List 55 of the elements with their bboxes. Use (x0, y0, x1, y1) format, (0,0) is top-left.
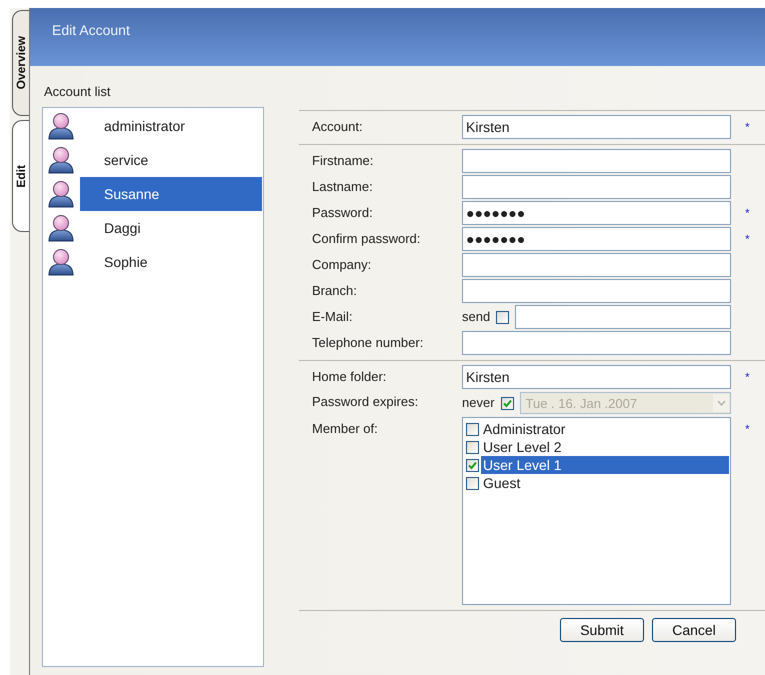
field-label: Member of: (311, 420, 379, 438)
input-field[interactable] (462, 253, 731, 277)
checkbox[interactable] (466, 422, 479, 436)
option-label: send (462, 308, 490, 326)
user-icon (46, 111, 76, 141)
field-label: Password: (311, 204, 374, 222)
input-field[interactable]: ●●●●●●● (462, 227, 731, 251)
user-icon (46, 179, 76, 209)
account-item[interactable]: Sophie (80, 245, 262, 279)
required-mark: * (745, 231, 751, 248)
field-label: Lastname: (311, 178, 374, 196)
side-tab[interactable]: Edit (12, 120, 29, 232)
input-field[interactable]: ●●●●●●● (462, 201, 731, 225)
field-label: Password expires: (311, 393, 420, 411)
input-field[interactable]: Kirsten (462, 365, 731, 389)
input-field[interactable] (462, 149, 731, 173)
account-item[interactable]: Susanne (80, 177, 262, 211)
user-icon (46, 247, 76, 277)
caret-icon (716, 400, 726, 406)
required-mark: * (745, 421, 751, 438)
required-mark: * (745, 369, 751, 386)
user-icon (46, 213, 76, 243)
checkbox[interactable] (496, 310, 510, 324)
required-mark: * (745, 205, 751, 222)
side-tab[interactable]: Overview (12, 10, 29, 116)
field-label: Firstname: (311, 152, 374, 170)
group-item[interactable]: User Level 1 (481, 456, 729, 474)
group-item[interactable]: Administrator (481, 420, 729, 438)
checkbox[interactable] (466, 458, 479, 472)
user-icon (46, 145, 76, 175)
input-field[interactable] (462, 279, 731, 303)
field-label: Company: (311, 256, 372, 274)
account-item[interactable]: administrator (80, 109, 262, 143)
field-label: Telephone number: (311, 334, 424, 352)
list-label: Account list (44, 84, 110, 99)
checkbox[interactable] (466, 476, 479, 490)
account-item[interactable]: service (80, 143, 262, 177)
group-item[interactable]: User Level 2 (481, 438, 729, 456)
checkbox[interactable] (466, 440, 479, 454)
field-label: Confirm password: (311, 230, 422, 248)
account-item[interactable]: Daggi (80, 211, 262, 245)
group-item[interactable]: Guest (481, 474, 729, 492)
field-label: Home folder: (311, 368, 388, 386)
input-field[interactable] (462, 175, 731, 199)
required-mark: * (745, 119, 751, 136)
field-label: Account: (311, 118, 364, 136)
form-button[interactable]: Submit (560, 618, 644, 642)
input-field[interactable] (462, 331, 731, 355)
header-title: Edit Account (52, 22, 130, 40)
field-label: E-Mail: (311, 308, 354, 326)
field-label: Branch: (311, 282, 358, 300)
form-button[interactable]: Cancel (652, 618, 736, 642)
input-field[interactable] (515, 305, 731, 329)
input-field[interactable]: Kirsten (462, 115, 731, 139)
option-label: never (462, 394, 495, 412)
